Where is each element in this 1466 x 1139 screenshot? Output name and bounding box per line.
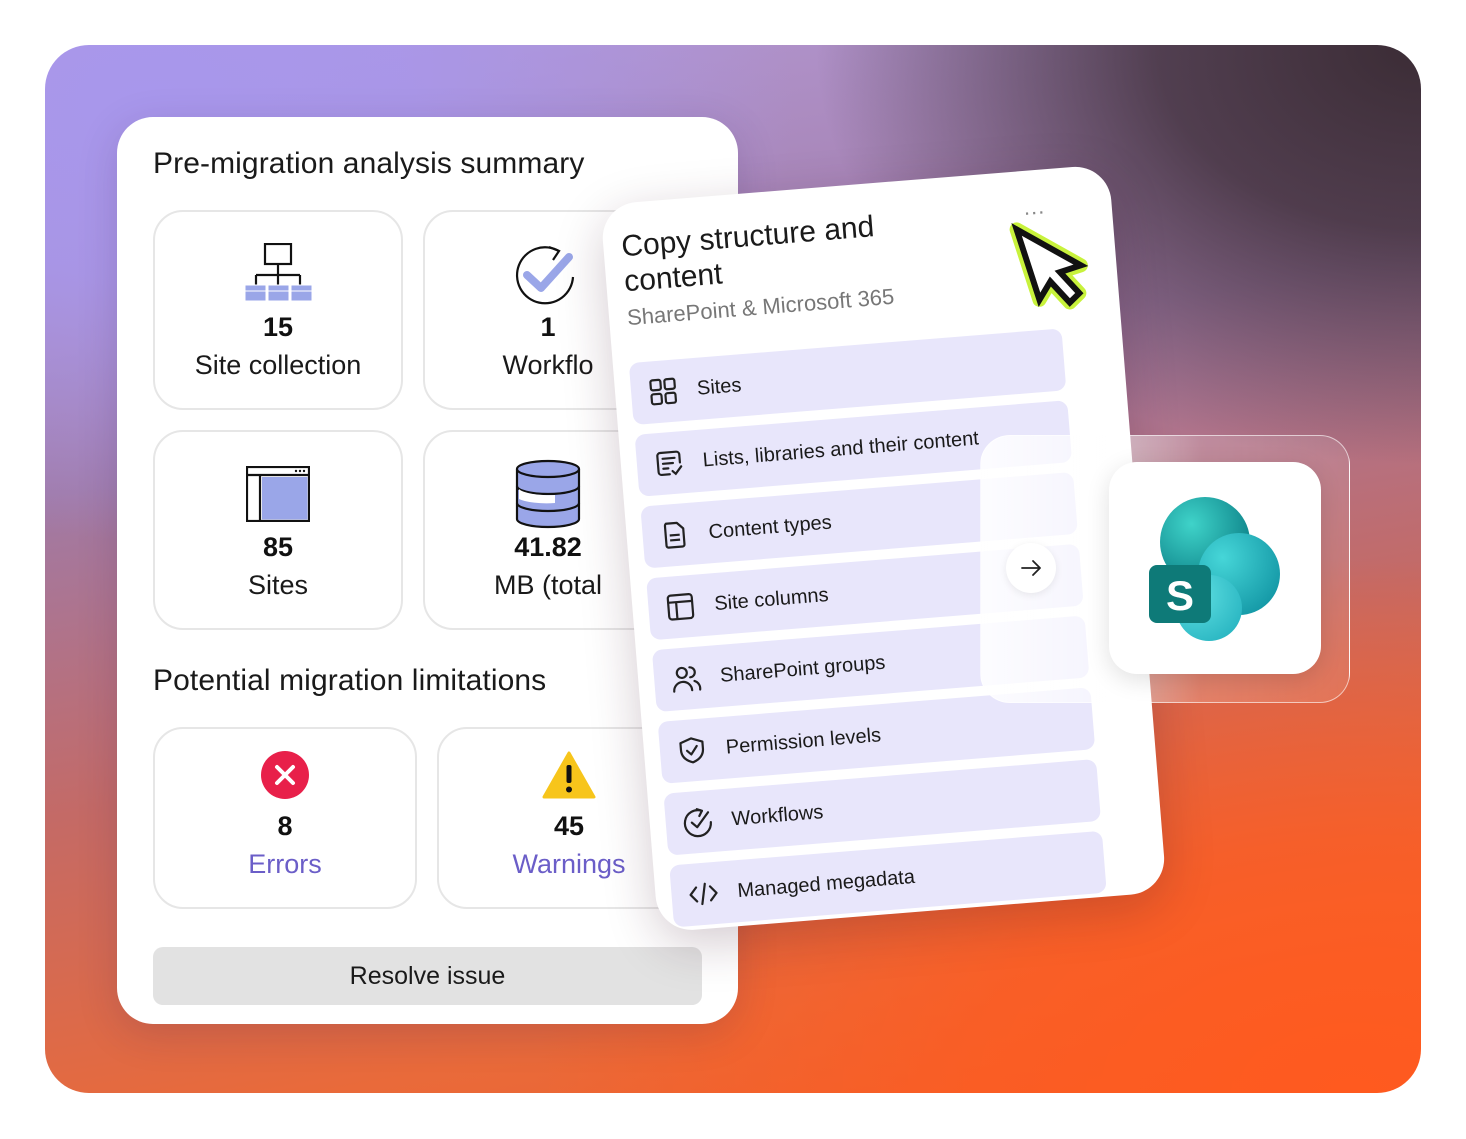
arrow-right-icon [1021,560,1041,576]
sharepoint-letter: S [1166,572,1194,619]
limitations-title: Potential migration limitations [153,664,547,697]
shield-check-icon [675,733,709,767]
stat-value: 15 [262,312,294,342]
option-label: Workflows [730,800,825,830]
arrow-right-button[interactable] [1006,543,1056,593]
sharepoint-logo-tile: S [1109,462,1321,674]
stat-value: 85 [262,532,294,562]
option-label: SharePoint groups [719,651,887,687]
columns-icon [663,590,697,624]
resolve-issue-button[interactable]: Resolve issue [153,947,702,1005]
option-label: Permission levels [725,723,882,759]
stat-site-collection: 15 Site collection [153,210,403,410]
sharepoint-logo-icon: S [1149,497,1280,641]
stat-label: Sites [247,570,309,600]
list-check-icon [652,446,686,480]
document-icon [657,518,691,552]
stat-value: 8 [277,811,293,841]
option-label: Managed megadata [736,865,916,902]
browser-window-icon [155,462,401,526]
option-label: Site columns [713,583,830,615]
option-label: Lists, libraries and their content [701,426,980,472]
stat-label: Site collection [194,350,362,380]
error-icon [155,749,415,801]
mouse-cursor-icon [1009,222,1089,310]
stat-errors[interactable]: 8 Errors [153,727,417,909]
option-label: Content types [707,510,833,543]
option-label: Sites [696,373,743,400]
stat-sites: 85 Sites [153,430,403,630]
summary-title: Pre-migration analysis summary [153,147,585,180]
users-icon [669,661,703,695]
copy-title: Copy structure and content [620,210,876,299]
sitemap-icon [155,242,401,306]
stat-label: Errors [248,849,322,879]
grid-icon [646,374,680,408]
workflow-icon [681,805,715,839]
code-icon [686,877,720,911]
